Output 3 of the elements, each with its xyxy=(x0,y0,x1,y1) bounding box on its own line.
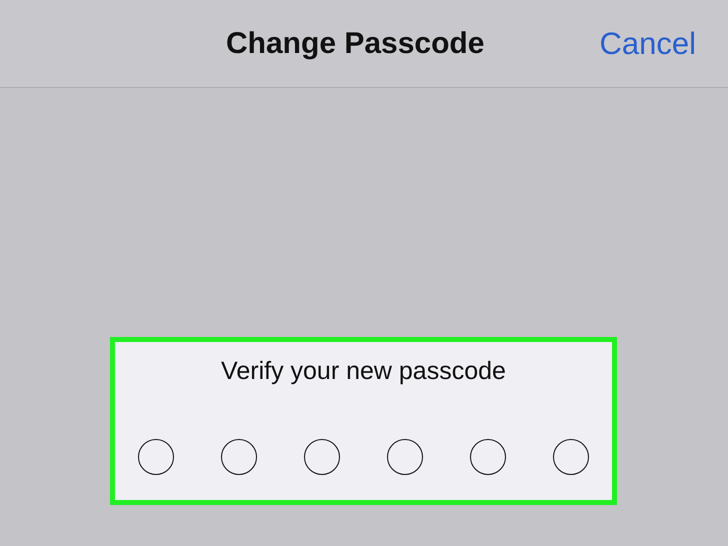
screen-title: Change Passcode xyxy=(226,26,486,60)
passcode-prompt: Verify your new passcode xyxy=(221,357,506,386)
cancel-button[interactable]: Cancel xyxy=(600,26,696,62)
